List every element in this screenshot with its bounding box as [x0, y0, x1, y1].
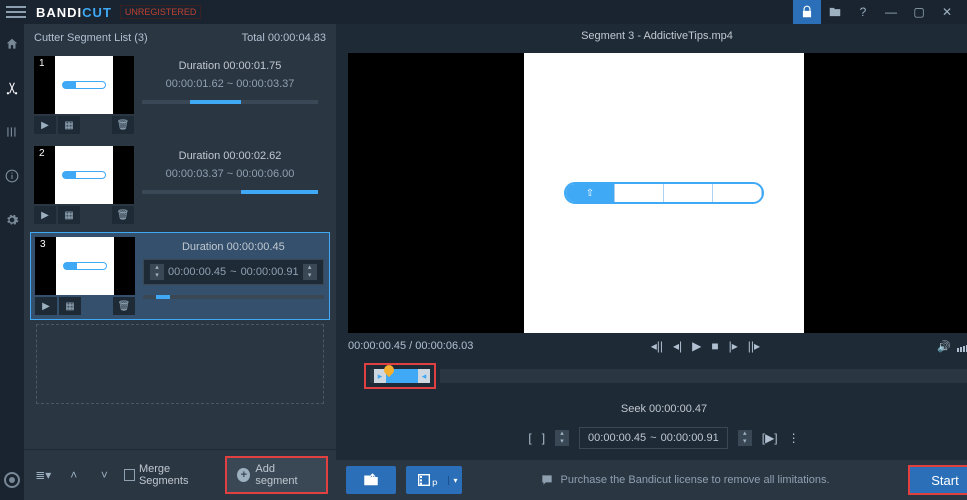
play-icon[interactable]: ▶	[34, 206, 56, 224]
play-range-button[interactable]: [▶]	[762, 431, 778, 445]
segment-thumbnail: 3	[35, 237, 135, 295]
volume-icon[interactable]: 🔊	[937, 340, 951, 353]
segment-item[interactable]: 2 ▶ ▦ 🗑 Duration 00:00:02.62 00:00:03.37…	[30, 142, 330, 228]
segment-range: 00:00:03.37 ~ 00:00:06.00	[142, 168, 318, 180]
app-logo: BANDICUT	[36, 5, 112, 20]
trash-icon[interactable]: 🗑	[112, 206, 134, 224]
segment-list-title: Cutter Segment List (3)	[34, 32, 148, 44]
unregistered-badge: UNREGISTERED	[120, 5, 202, 19]
move-down-button[interactable]: ˅	[93, 464, 116, 486]
spin-up[interactable]: ▴	[738, 430, 752, 438]
volume-slider[interactable]	[957, 341, 967, 352]
prev-segment-button[interactable]: ◂||	[651, 339, 663, 353]
open-file-button[interactable]	[346, 466, 396, 494]
lock-icon[interactable]	[793, 0, 821, 24]
spin-up[interactable]: ▴	[150, 264, 164, 272]
time-display: 00:00:00.45 / 00:00:06.03	[348, 340, 473, 352]
mark-out-button[interactable]: ]	[542, 431, 545, 445]
segment-duration: Duration 00:00:01.75	[142, 60, 318, 72]
segment-placeholder	[36, 324, 324, 404]
maximize-button[interactable]: ▢	[905, 0, 933, 24]
segment-range: 00:00:01.62 ~ 00:00:03.37	[142, 78, 318, 90]
play-icon[interactable]: ▶	[34, 116, 56, 134]
license-message: Purchase the Bandicut license to remove …	[540, 473, 829, 487]
seek-label: Seek 00:00:00.47	[621, 403, 707, 415]
video-preview	[348, 53, 967, 333]
preview-content	[564, 182, 764, 204]
spin-down[interactable]: ▾	[303, 272, 317, 280]
segment-range-editable[interactable]: ▴▾ 00:00:00.45 ~ 00:00:00.91 ▴▾	[143, 259, 324, 285]
total-duration: Total 00:00:04.83	[242, 32, 326, 44]
grid-icon[interactable]: ▦	[59, 297, 81, 315]
segment-duration: Duration 00:00:02.62	[142, 150, 318, 162]
segment-item[interactable]: 1 ▶ ▦ 🗑 Duration 00:00:01.75 00:00:01.62…	[30, 52, 330, 138]
grid-icon[interactable]: ▦	[58, 116, 80, 134]
record-icon[interactable]	[4, 472, 20, 488]
help-icon[interactable]: ?	[849, 0, 877, 24]
adjust-icon[interactable]	[0, 120, 24, 144]
settings-icon[interactable]	[0, 208, 24, 232]
next-segment-button[interactable]: ||▸	[748, 339, 760, 353]
info-icon[interactable]	[0, 164, 24, 188]
spin-up[interactable]: ▴	[555, 430, 569, 438]
timeline[interactable]	[440, 369, 967, 383]
segment-duration: Duration 00:00:00.45	[143, 241, 324, 253]
segment-thumbnail: 2	[34, 146, 134, 204]
segment-thumbnail: 1	[34, 56, 134, 114]
range-end-handle[interactable]: ◂	[418, 369, 430, 383]
spin-down[interactable]: ▾	[150, 272, 164, 280]
more-button[interactable]: ⋮	[788, 431, 800, 445]
seek-range-input[interactable]: 00:00:00.45~00:00:00.91	[579, 427, 728, 449]
preview-title: Segment 3 - AddictiveTips.mp4	[581, 30, 733, 47]
move-up-button[interactable]: ˄	[63, 464, 86, 486]
play-icon[interactable]: ▶	[35, 297, 57, 315]
folder-icon[interactable]	[821, 0, 849, 24]
mark-in-button[interactable]: [	[528, 431, 531, 445]
start-button[interactable]: Start	[908, 465, 967, 495]
spin-up[interactable]: ▴	[303, 264, 317, 272]
project-button[interactable]: ₚ▾	[406, 466, 462, 494]
grid-icon[interactable]: ▦	[58, 206, 80, 224]
step-fwd-button[interactable]: |▸	[729, 339, 738, 353]
close-button[interactable]: ✕	[933, 0, 961, 24]
merge-segments-checkbox[interactable]: Merge Segments	[124, 463, 218, 487]
trash-icon[interactable]: 🗑	[113, 297, 135, 315]
cut-icon[interactable]	[0, 76, 24, 100]
add-segment-button[interactable]: +Add segment	[225, 456, 328, 494]
home-icon[interactable]	[0, 32, 24, 56]
segment-item-selected[interactable]: 3 ▶ ▦ 🗑 Duration 00:00:00.45 ▴▾ 00:00:00…	[30, 232, 330, 320]
menu-button[interactable]	[6, 6, 26, 18]
minimize-button[interactable]: —	[877, 0, 905, 24]
stop-button[interactable]: ■	[711, 339, 718, 353]
spin-down[interactable]: ▾	[738, 438, 752, 446]
play-button[interactable]: ▶	[692, 339, 701, 353]
spin-down[interactable]: ▾	[555, 438, 569, 446]
step-back-button[interactable]: ◂|	[673, 339, 682, 353]
list-menu-button[interactable]: ≣▾	[32, 464, 55, 486]
trash-icon[interactable]: 🗑	[112, 116, 134, 134]
